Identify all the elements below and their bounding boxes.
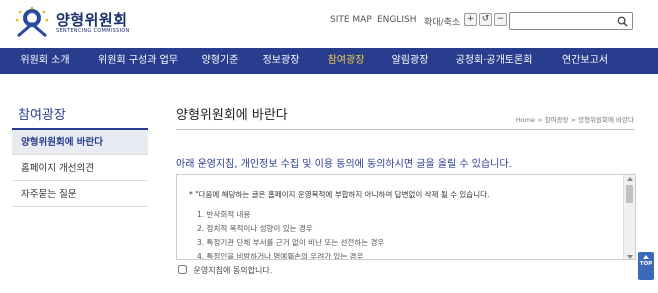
page-title: 양형위원회에 바란다 [176, 108, 288, 123]
header: 양형위원회 SENTENCING COMMISSION SITE MAP ENG… [0, 0, 658, 48]
terms-intro: * "다음에 해당하는 글은 홈페이지 운영목적에 부합하지 아니하여 답변없이… [189, 190, 490, 199]
zoom-reset-button[interactable]: ↺ [479, 13, 492, 26]
nav-item-committee-intro[interactable]: 위원회 소개 [10, 48, 80, 74]
terms-textarea[interactable]: * "다음에 해당하는 글은 홈페이지 운영목적에 부합하지 아니하여 답변없이… [176, 174, 636, 260]
lnb-item-suggestions[interactable]: 양형위원회에 바란다 [12, 130, 148, 155]
logo-icon[interactable] [12, 6, 52, 42]
logo-title[interactable]: 양형위원회 [56, 9, 128, 30]
nav-item-info-plaza[interactable]: 정보광장 [253, 48, 309, 74]
terms-item: 2. 정치적 목적이나 성향이 있는 경우 [197, 224, 313, 233]
nav-item-sentencing-guidelines[interactable]: 양형기준 [192, 48, 248, 74]
site-map-link[interactable]: SITE MAP [330, 15, 372, 25]
scroll-up-icon[interactable] [627, 177, 633, 181]
terms-item: 4. 특정인을 비방하거나 명예훼손의 우려가 있는 경우 [197, 252, 364, 260]
terms-scrollbar[interactable] [623, 175, 635, 259]
nav-item-annual-report[interactable]: 연간보고서 [552, 48, 618, 74]
breadcrumb[interactable]: Home > 참여광장 > 양형위원회에 바란다 [516, 114, 634, 124]
scroll-down-icon[interactable] [627, 255, 633, 259]
nav-item-committee-org[interactable]: 위원회 구성과 업무 [88, 48, 188, 74]
nav-item-participation[interactable]: 참여광장 [318, 48, 374, 74]
agree-label[interactable]: 운영지침에 동의합니다. [194, 266, 273, 275]
search-input[interactable] [509, 12, 633, 30]
agree-checkbox[interactable] [178, 265, 187, 274]
agree-option[interactable]: 운영지침에 동의합니다. [178, 265, 272, 276]
nav-item-public-hearing[interactable]: 공청회·공개토론회 [446, 48, 542, 74]
english-link[interactable]: ENGLISH [377, 15, 417, 25]
lnb-item-homepage-feedback[interactable]: 홈페이지 개선의견 [12, 156, 148, 181]
scroll-top-button[interactable]: TOP [638, 252, 654, 280]
lnb-item-faq[interactable]: 자주묻는 질문 [12, 182, 148, 207]
title-divider [176, 129, 634, 130]
terms-item: 3. 특정기관 단체 부서를 근거 없이 비난 또는 선전하는 경우 [197, 238, 385, 247]
main-nav: 위원회 소개 위원회 구성과 업무 양형기준 정보광장 참여광장 알림광장 공청… [0, 48, 658, 74]
nav-item-notice[interactable]: 알림광장 [382, 48, 438, 74]
lnb-title: 참여광장 [18, 108, 66, 123]
logo-subtitle: SENTENCING COMMISSION [56, 28, 130, 34]
zoom-in-button[interactable]: + [464, 13, 477, 26]
zoom-label: 확대/축소 [424, 18, 461, 28]
search-icon[interactable] [617, 16, 628, 27]
arrow-up-icon [643, 255, 649, 259]
scroll-thumb[interactable] [626, 185, 633, 203]
top-label: TOP [639, 261, 653, 267]
zoom-out-button[interactable]: − [494, 13, 507, 26]
terms-item: 1. 반사회적 내용 [197, 210, 251, 219]
notice-text: 아래 운영지침, 개인정보 수집 및 이용 동의에 동의하시면 글을 올릴 수 … [176, 159, 512, 170]
